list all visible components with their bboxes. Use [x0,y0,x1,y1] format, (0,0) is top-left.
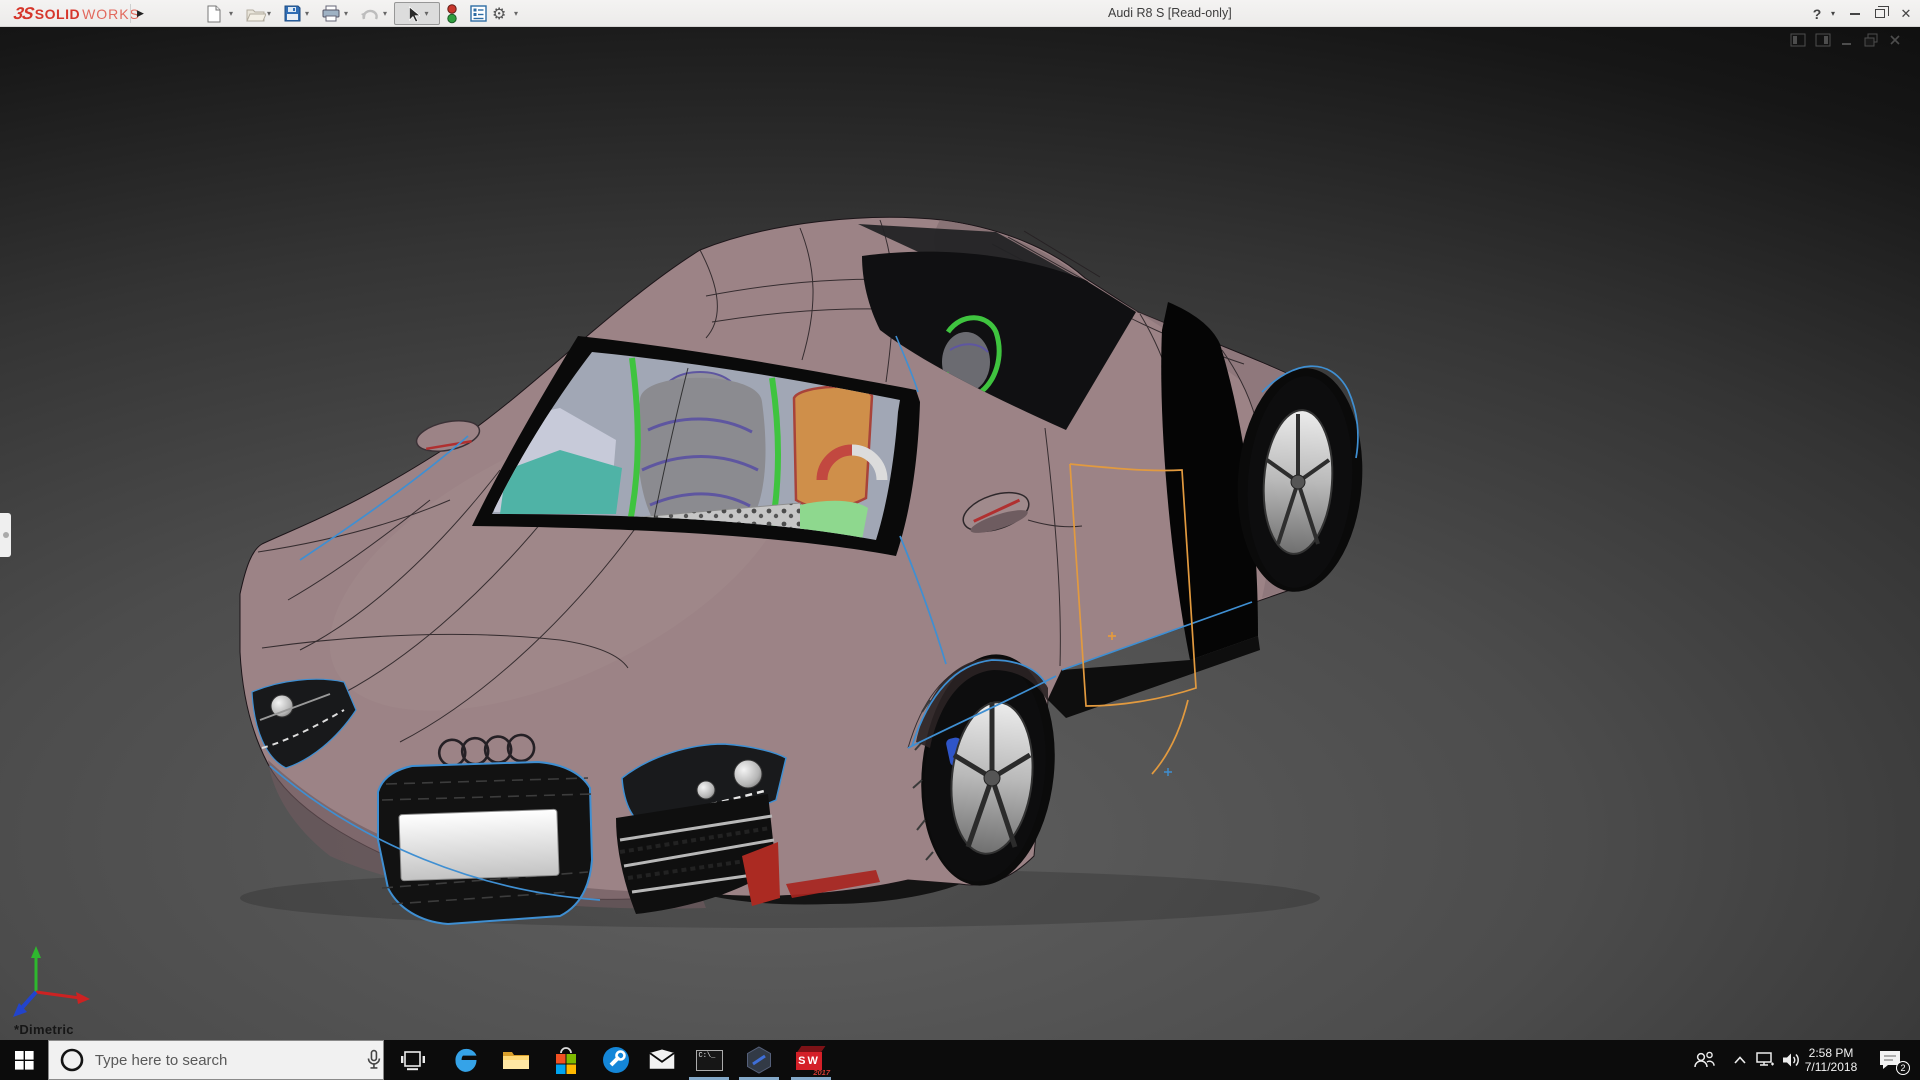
minimize-icon [1850,12,1860,15]
mail-button[interactable] [639,1040,685,1080]
chevron-up-icon [1734,1056,1746,1064]
save-button[interactable] [284,0,301,27]
license-plate [398,808,560,882]
store-button[interactable] [543,1040,589,1080]
save-icon [284,5,301,22]
restore-icon [1875,6,1889,18]
new-document-icon [207,5,221,22]
clock-time: 2:58 PM [1808,1046,1854,1060]
tray-overflow-button[interactable] [1728,1040,1752,1080]
edge-icon [455,1048,477,1072]
pane-right-icon[interactable] [1815,33,1831,47]
document-window-controls [1790,33,1902,47]
car-model-audi-r8[interactable] [0,27,1920,1040]
open-caret[interactable]: ▾ [267,0,271,27]
settings-gear-icon[interactable]: ⚙ [492,0,506,27]
new-document-caret[interactable]: ▾ [229,0,233,27]
wrench-circle-icon [603,1047,629,1073]
notification-badge: 2 [1896,1061,1910,1075]
select-tool-button[interactable]: ▾ [394,2,440,25]
restore-button[interactable] [1870,0,1890,27]
support-wrench-button[interactable] [593,1040,639,1080]
taskbar-search[interactable] [48,1040,384,1080]
view-orientation-label: *Dimetric [14,1022,74,1037]
reference-triad [13,946,90,1017]
minimize-button[interactable] [1845,0,1865,27]
clock-date: 7/11/2018 [1804,1060,1858,1074]
open-button[interactable] [246,0,266,27]
doc-minimize-icon[interactable] [1840,33,1854,47]
solidworks-logo: 3S SOLID WORKS [12,3,140,23]
cortana-icon [60,1048,84,1072]
new-document-button[interactable] [206,0,222,27]
hexagon-tool-icon [747,1046,771,1074]
mail-icon [649,1049,675,1069]
edge-button[interactable] [443,1040,489,1080]
undo-icon [361,9,378,20]
app-title-bar: 3S SOLID WORKS ▶ ▾ ▾ ▾ ▾ ▾ ▾ ⚙ ▾ Audi R8… [0,0,1920,27]
network-tray-button[interactable] [1752,1040,1778,1080]
microphone-icon[interactable] [365,1049,383,1071]
rebuild-lights-button[interactable] [446,0,458,27]
settings-caret[interactable]: ▾ [514,0,518,27]
select-cursor-icon [409,5,421,22]
print-caret[interactable]: ▾ [344,0,348,27]
network-icon [1756,1052,1774,1066]
store-icon [556,1047,576,1074]
people-icon [1694,1051,1715,1068]
solidworks-2017-icon: SW 2017 [796,1046,830,1077]
help-caret[interactable]: ▾ [1827,0,1839,27]
taskbar-clock[interactable]: 2:58 PM 7/11/2018 [1798,1040,1864,1080]
start-button[interactable] [0,1040,48,1080]
traffic-light-icon [447,3,457,23]
windows-logo-icon [14,1050,34,1070]
sketch-point-blue [1164,768,1172,776]
undo-caret[interactable]: ▾ [383,0,387,27]
action-center-button[interactable]: 2 [1872,1040,1912,1080]
close-button[interactable]: ✕ [1896,0,1916,27]
select-tool-caret[interactable]: ▾ [424,0,428,27]
task-view-button[interactable] [390,1040,436,1080]
front-grille [377,760,594,926]
search-input[interactable] [94,1051,324,1069]
windows-taskbar: C:\_ SW 2017 [0,1040,1920,1080]
command-prompt-icon: C:\_ [695,1049,723,1071]
help-button[interactable]: ? [1808,0,1826,27]
print-icon [322,5,340,22]
save-caret[interactable]: ▾ [305,0,309,27]
task-view-icon [401,1051,425,1071]
doc-close-icon[interactable] [1888,33,1902,47]
people-tray-button[interactable] [1690,1040,1718,1080]
options-list-icon [470,5,487,22]
system-options-button[interactable] [470,0,487,27]
menu-expand-arrow[interactable]: ▶ [130,4,144,23]
pane-left-icon[interactable] [1790,33,1806,47]
hexagon-tool-button[interactable] [736,1040,782,1080]
solidworks-2017-button[interactable]: SW 2017 [788,1040,834,1080]
open-folder-icon [246,9,266,21]
file-explorer-button[interactable] [493,1040,539,1080]
undo-button[interactable] [360,0,380,27]
command-prompt-button[interactable]: C:\_ [686,1040,732,1080]
graphics-viewport[interactable]: *Dimetric [0,27,1920,1040]
document-title: Audi R8 S [Read-only] [1108,6,1232,20]
print-button[interactable] [322,0,340,27]
doc-restore-icon[interactable] [1863,33,1879,47]
ds-logo-mark: 3S [12,3,35,23]
file-explorer-icon [503,1052,529,1069]
